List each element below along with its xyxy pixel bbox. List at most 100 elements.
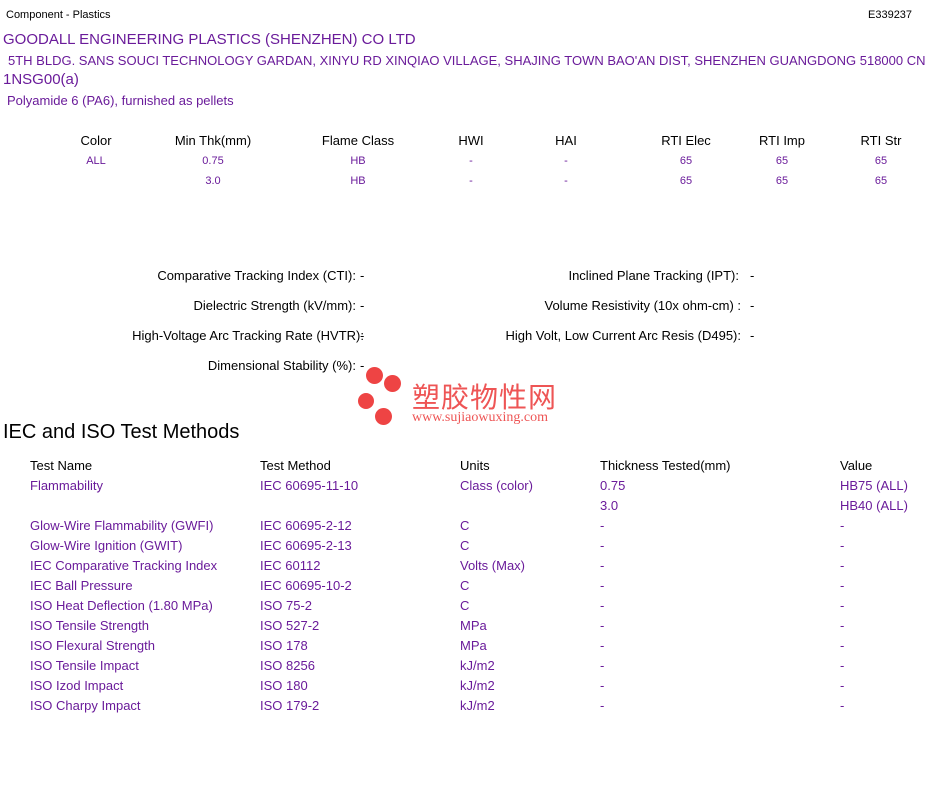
- test-table-cell: IEC 60112: [260, 558, 321, 573]
- test-table-cell: ISO Tensile Strength: [30, 618, 149, 633]
- logo-dot-icon: [366, 367, 383, 384]
- ratings-cell: -: [564, 175, 568, 187]
- ratings-cell: 3.0: [205, 175, 221, 187]
- test-table-cell: -: [600, 658, 605, 673]
- property-value-ipt: -: [750, 268, 755, 283]
- ratings-cell: 65: [775, 175, 789, 187]
- ratings-cell: HB: [350, 175, 366, 187]
- test-table-cell: IEC 60695-2-13: [260, 538, 352, 553]
- test-table-cell: C: [460, 538, 470, 553]
- grade-name: 1NSG00(a): [3, 71, 79, 88]
- test-table-cell: ISO Heat Deflection (1.80 MPa): [30, 598, 213, 613]
- ratings-header-rti-elec: RTI Elec: [661, 133, 711, 148]
- test-table-cell: ISO 180: [260, 678, 308, 693]
- test-table-cell: IEC Comparative Tracking Index: [30, 558, 218, 573]
- test-table-cell: ISO Tensile Impact: [30, 658, 139, 673]
- test-table-cell: ISO 75-2: [260, 598, 313, 613]
- logo-dot-icon: [375, 408, 392, 425]
- test-table-cell: C: [460, 578, 470, 593]
- ratings-header-hai: HAI: [555, 133, 577, 148]
- test-table-cell: -: [600, 558, 605, 573]
- ratings-cell: 65: [874, 155, 888, 167]
- test-table-cell: kJ/m2: [460, 678, 495, 693]
- ratings-header-rti-str: RTI Str: [860, 133, 902, 148]
- test-table-cell: ISO Izod Impact: [30, 678, 124, 693]
- ratings-header-flame-class: Flame Class: [321, 133, 395, 148]
- property-label-ipt: Inclined Plane Tracking (IPT):: [568, 268, 739, 283]
- test-table-cell: ISO 178: [260, 638, 308, 653]
- test-table-cell: -: [840, 618, 845, 633]
- logo-dot-icon: [384, 375, 401, 392]
- company-name: GOODALL ENGINEERING PLASTICS (SHENZHEN) …: [3, 31, 416, 48]
- ratings-cell: 65: [874, 175, 888, 187]
- test-table-cell: -: [840, 638, 845, 653]
- test-table-cell: kJ/m2: [460, 698, 495, 713]
- test-table-cell: IEC Ball Pressure: [30, 578, 133, 593]
- property-value-dimensional: -: [360, 358, 365, 373]
- test-table-cell: ISO Charpy Impact: [30, 698, 141, 713]
- test-table-cell: 3.0: [600, 498, 619, 513]
- test-table-cell: -: [600, 598, 605, 613]
- property-label-hvtr: High-Voltage Arc Tracking Rate (HVTR):: [132, 328, 364, 343]
- test-table-cell: 0.75: [600, 478, 626, 493]
- test-table-cell: -: [840, 518, 845, 533]
- test-table-cell: -: [840, 678, 845, 693]
- ratings-cell: 65: [679, 155, 693, 167]
- property-value-d495: -: [750, 328, 755, 343]
- test-table-cell: IEC 60695-2-12: [260, 518, 352, 533]
- test-table-cell: -: [600, 638, 605, 653]
- ratings-cell: -: [564, 155, 568, 167]
- test-table-cell: Glow-Wire Ignition (GWIT): [30, 538, 183, 553]
- test-table-cell: Volts (Max): [460, 558, 526, 573]
- property-label-dimensional: Dimensional Stability (%):: [207, 358, 356, 373]
- test-table-cell: ISO 8256: [260, 658, 315, 673]
- ratings-header-hwi: HWI: [458, 133, 484, 148]
- logo-dot-icon: [358, 393, 374, 409]
- material-description: Polyamide 6 (PA6), furnished as pellets: [7, 93, 234, 108]
- property-label-d495: High Volt, Low Current Arc Resis (D495):: [505, 328, 741, 343]
- test-table-cell: kJ/m2: [460, 658, 495, 673]
- property-label-cti: Comparative Tracking Index (CTI):: [157, 268, 356, 283]
- test-table-cell: -: [600, 538, 605, 553]
- test-table-cell: IEC 60695-11-10: [260, 478, 359, 493]
- tests-header-name: Test Name: [30, 458, 93, 473]
- test-table-cell: C: [460, 598, 470, 613]
- category-label: Component - Plastics: [6, 9, 111, 21]
- test-table-cell: ISO 179-2: [260, 698, 320, 713]
- ratings-cell: -: [469, 175, 473, 187]
- test-table-cell: -: [840, 698, 845, 713]
- section-title: IEC and ISO Test Methods: [3, 421, 240, 443]
- test-table-cell: HB75 (ALL): [840, 478, 908, 493]
- test-table-cell: HB40 (ALL): [840, 498, 908, 513]
- ratings-cell: ALL: [86, 155, 106, 167]
- ratings-cell: 0.75: [202, 155, 224, 167]
- watermark-url-text: www.sujiaowuxing.com: [412, 410, 548, 425]
- property-value-dielectric: -: [360, 298, 365, 313]
- ratings-cell: 65: [679, 175, 693, 187]
- company-address: 5TH BLDG. SANS SOUCI TECHNOLOGY GARDAN, …: [8, 53, 926, 68]
- test-table-cell: Flammability: [30, 478, 103, 493]
- test-table-cell: -: [840, 538, 845, 553]
- tests-header-thickness: Thickness Tested(mm): [600, 458, 731, 473]
- ratings-header-rti-imp: RTI Imp: [759, 133, 805, 148]
- test-table-cell: -: [840, 558, 845, 573]
- test-table-cell: -: [600, 678, 605, 693]
- ratings-header-color: Color: [80, 133, 112, 148]
- ratings-cell: -: [469, 155, 473, 167]
- test-table-cell: MPa: [460, 638, 487, 653]
- tests-header-units: Units: [460, 458, 490, 473]
- file-number: E339237: [868, 9, 913, 21]
- ratings-cell: HB: [350, 155, 366, 167]
- ratings-cell: 65: [775, 155, 789, 167]
- test-table-cell: Class (color): [460, 478, 533, 493]
- test-table-cell: -: [840, 598, 845, 613]
- test-table-cell: -: [600, 518, 605, 533]
- test-table-cell: ISO 527-2: [260, 618, 320, 633]
- test-table-cell: ISO Flexural Strength: [30, 638, 155, 653]
- test-table-cell: -: [840, 658, 845, 673]
- property-label-volume-resistivity: Volume Resistivity (10x ohm-cm) :: [544, 298, 742, 313]
- test-table-cell: Glow-Wire Flammability (GWFI): [30, 518, 214, 533]
- tests-header-method: Test Method: [260, 458, 331, 473]
- tests-header-value: Value: [840, 458, 873, 473]
- test-table-cell: -: [840, 578, 845, 593]
